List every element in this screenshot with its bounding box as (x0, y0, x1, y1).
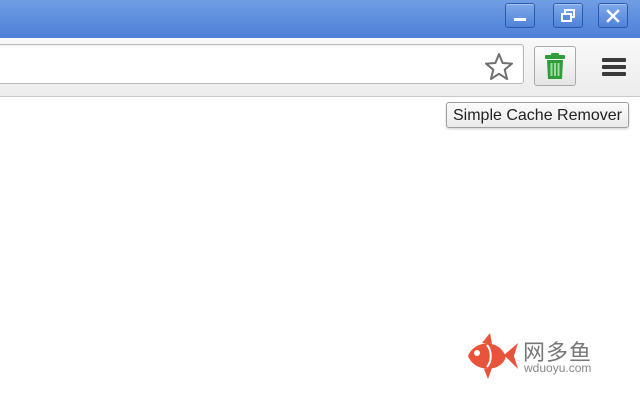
close-icon (606, 8, 620, 23)
window-title-bar (0, 0, 640, 39)
extension-tooltip: Simple Cache Remover (446, 102, 629, 128)
minimize-button[interactable] (505, 3, 535, 28)
chrome-menu-button[interactable] (598, 50, 630, 84)
restore-icon (561, 8, 575, 22)
trash-can-icon (545, 53, 565, 79)
close-button[interactable] (598, 3, 628, 28)
simple-cache-remover-button[interactable] (534, 46, 576, 86)
watermark-subtitle: wduoyu.com (524, 361, 592, 375)
browser-toolbar (0, 38, 640, 97)
fish-logo-icon (468, 333, 518, 379)
restore-button[interactable] (553, 3, 583, 28)
minimize-icon (514, 17, 526, 21)
watermark-logo: 网多鱼 wduoyu.com (460, 331, 610, 381)
star-outline-icon[interactable] (483, 51, 515, 83)
address-bar[interactable] (0, 44, 524, 84)
hamburger-menu-icon (602, 58, 626, 76)
